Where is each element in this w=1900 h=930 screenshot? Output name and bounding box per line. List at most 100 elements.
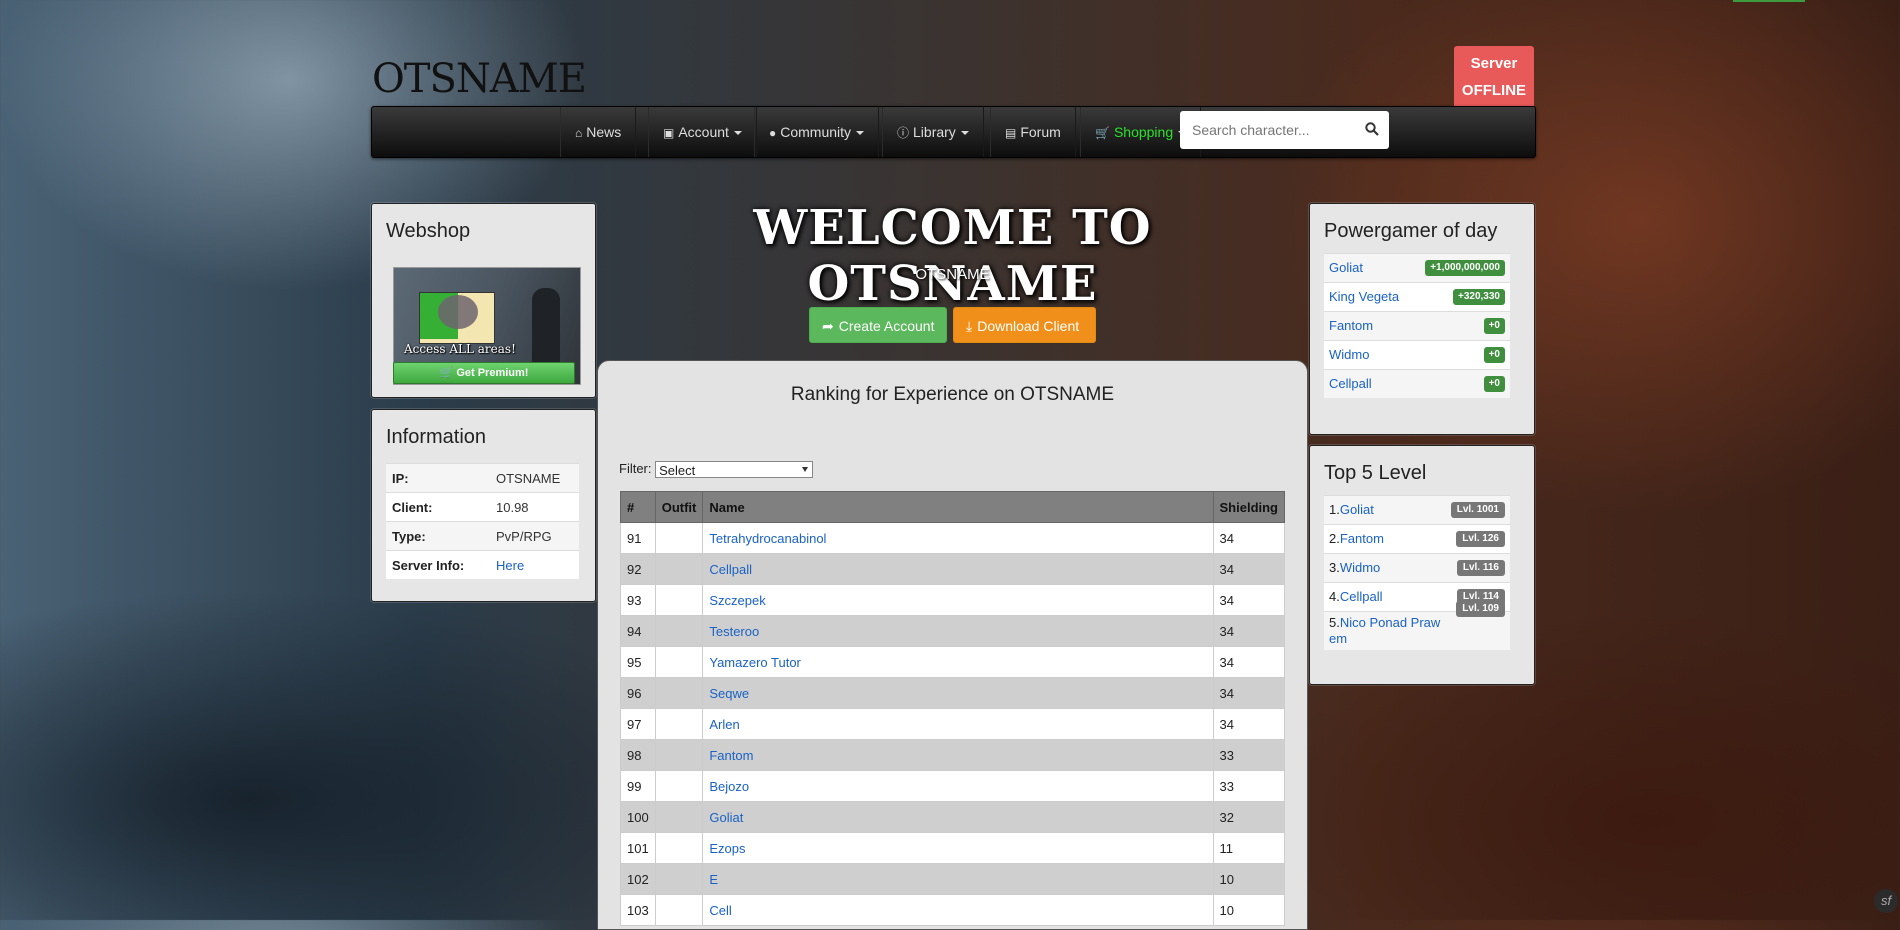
ranking-header-row: # Outfit Name Shielding <box>620 491 1285 523</box>
level-badge: Lvl. 109 <box>1456 601 1505 617</box>
player-link[interactable]: Widmo <box>1329 347 1369 362</box>
player-link[interactable]: Goliat <box>1340 502 1374 517</box>
information-panel: Information IP: OTSNAME Client: 10.98 Ty… <box>371 409 596 602</box>
player-name-link[interactable]: Yamazero Tutor <box>702 646 1214 678</box>
info-value: PvP/RPG <box>490 521 579 551</box>
list-item: 1.Goliat Lvl. 1001 <box>1324 495 1510 525</box>
outfit-cell <box>654 739 704 771</box>
search-icon[interactable] <box>1365 122 1379 136</box>
list-item: King Vegeta +320,330 <box>1324 282 1510 312</box>
info-row-client: Client: 10.98 <box>386 492 579 522</box>
experience-badge: +320,330 <box>1453 289 1505 305</box>
player-name-link[interactable]: Goliat <box>702 801 1214 833</box>
rank-cell: 92 <box>620 553 656 585</box>
outfit-cell <box>654 832 704 864</box>
player-name-link[interactable]: Fantom <box>702 739 1214 771</box>
server-info-link[interactable]: Here <box>496 558 524 573</box>
rank-cell: 103 <box>620 894 656 926</box>
table-row: 99 Bejozo 33 <box>620 770 1285 802</box>
experience-badge: +0 <box>1483 318 1505 334</box>
player-name-link[interactable]: E <box>702 863 1214 895</box>
top5-panel: Top 5 Level 1.Goliat Lvl. 1001 2.Fantom Lv… <box>1309 445 1535 685</box>
outfit-cell <box>654 615 704 647</box>
share-arrow-icon: ➦ <box>822 318 834 334</box>
column-header-name[interactable]: Name <box>702 491 1214 523</box>
nav-library[interactable]: ⓘ Library <box>882 107 984 157</box>
ranking-content: Ranking for Experience on OTSNAME Filter… <box>597 360 1308 930</box>
cart-icon: 🛒 <box>1095 126 1110 140</box>
rank-cell: 98 <box>620 739 656 771</box>
player-link[interactable]: Cellpall <box>1329 376 1372 391</box>
shielding-cell: 11 <box>1212 832 1285 864</box>
rank-cell: 100 <box>620 801 656 833</box>
table-row: 97 Arlen 34 <box>620 708 1285 740</box>
list-item: Lvl. 109 5.Nico Ponad Praw em <box>1324 601 1510 650</box>
player-name-link[interactable]: Testeroo <box>702 615 1214 647</box>
player-link[interactable]: Cellpall <box>1340 589 1383 604</box>
player-name-link[interactable]: Seqwe <box>702 677 1214 709</box>
player-name-link[interactable]: Ezops <box>702 832 1214 864</box>
webshop-panel: Webshop Access ALL areas! 🛒 Get Premium! <box>371 203 596 398</box>
ranking-table: # Outfit Name Shielding 91 Tetrahydrocana… <box>620 491 1285 926</box>
outfit-cell <box>654 863 704 895</box>
outfit-cell <box>654 677 704 709</box>
create-account-button[interactable]: ➦ Create Account <box>809 307 947 343</box>
nav-news[interactable]: ⌂ News <box>560 107 637 157</box>
filter-select[interactable]: Select <box>655 461 814 479</box>
table-row: 92 Cellpall 34 <box>620 553 1285 585</box>
list-item: Widmo +0 <box>1324 340 1510 370</box>
player-link[interactable]: Goliat <box>1329 260 1363 275</box>
player-name-link[interactable]: Tetrahydrocanabinol <box>702 522 1214 554</box>
download-icon: ⤓ <box>966 318 973 334</box>
column-header-outfit[interactable]: Outfit <box>654 491 704 523</box>
player-link[interactable]: Fantom <box>1340 531 1384 546</box>
shielding-cell: 34 <box>1212 677 1285 709</box>
filter-select-value: Select <box>659 463 696 479</box>
outfit-cell <box>654 522 704 554</box>
debug-toolbar-icon[interactable]: sf <box>1874 889 1898 913</box>
info-key: IP: <box>386 463 490 493</box>
chevron-down-icon <box>856 131 865 136</box>
player-name-link[interactable]: Bejozo <box>702 770 1214 802</box>
experience-badge: +0 <box>1483 347 1505 363</box>
get-premium-button[interactable]: 🛒 Get Premium! <box>393 362 575 384</box>
shielding-cell: 34 <box>1212 522 1285 554</box>
table-row: 95 Yamazero Tutor 34 <box>620 646 1285 678</box>
player-link[interactable]: Fantom <box>1329 318 1373 333</box>
table-row: 100 Goliat 32 <box>620 801 1285 833</box>
search-input[interactable] <box>1180 111 1374 149</box>
nav-shopping-label: Shopping <box>1113 124 1174 140</box>
download-client-button[interactable]: ⤓ Download Client <box>953 307 1096 343</box>
player-link[interactable]: King Vegeta <box>1329 289 1399 304</box>
rank-position: 1. <box>1329 502 1340 517</box>
player-name-link[interactable]: Cellpall <box>702 553 1214 585</box>
nav-account[interactable]: ▣ Account <box>648 107 757 157</box>
powergamer-panel: Powergamer of day Goliat +1,000,000,000 K… <box>1309 203 1535 435</box>
webshop-title: Webshop <box>386 220 471 242</box>
player-link[interactable]: Widmo <box>1340 560 1380 575</box>
table-row: 102 E 10 <box>620 863 1285 895</box>
rank-cell: 94 <box>620 615 656 647</box>
get-premium-label: Get Premium! <box>456 367 529 379</box>
experience-badge: +0 <box>1483 376 1505 392</box>
nav-community[interactable]: ● Community <box>754 107 880 157</box>
information-title: Information <box>386 426 487 448</box>
column-header-rank[interactable]: # <box>620 491 656 523</box>
rank-cell: 97 <box>620 708 656 740</box>
nav-forum-label: Forum <box>1020 124 1061 140</box>
shielding-cell: 32 <box>1212 801 1285 833</box>
shielding-cell: 10 <box>1212 894 1285 926</box>
site-logo[interactable]: OTSNAME <box>372 56 587 102</box>
outfit-cell <box>654 708 704 740</box>
lock-icon: ▣ <box>663 126 675 140</box>
player-name-link[interactable]: Arlen <box>702 708 1214 740</box>
nav-news-label: News <box>586 124 622 140</box>
nav-forum[interactable]: ▤ Forum <box>990 107 1076 157</box>
powergamer-title: Powergamer of day <box>1324 220 1498 242</box>
player-link[interactable]: Nico Ponad Praw em <box>1329 615 1440 646</box>
info-key: Server Info: <box>386 550 490 579</box>
player-name-link[interactable]: Szczepek <box>702 584 1214 616</box>
player-name-link[interactable]: Cell <box>702 894 1214 926</box>
column-header-shielding[interactable]: Shielding <box>1212 491 1285 523</box>
rank-position: 2. <box>1329 531 1340 546</box>
